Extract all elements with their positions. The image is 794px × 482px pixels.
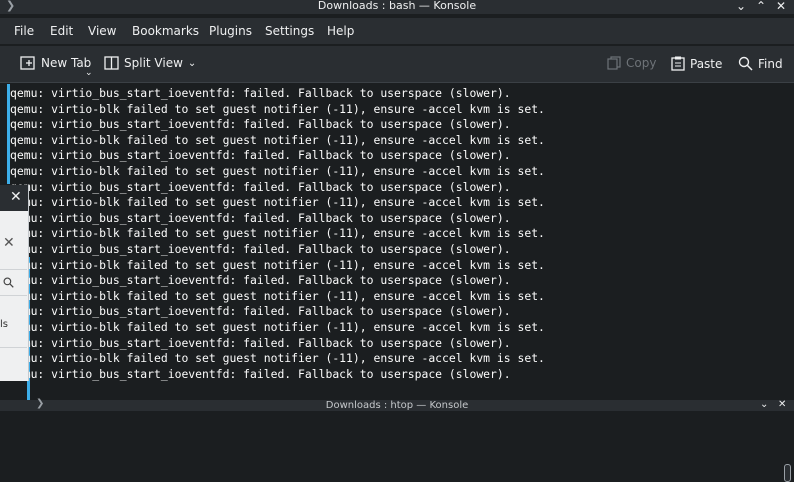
terminal-output[interactable]: qemu: virtio_bus_start_ioeventfd: failed…	[0, 84, 794, 482]
terminal-line: qemu: virtio_bus_start_ioeventfd: failed…	[10, 210, 511, 225]
menu-bar: File Edit View Bookmarks Plugins Setting…	[0, 18, 794, 44]
terminal-line: qemu: virtio_bus_start_ioeventfd: failed…	[10, 86, 511, 100]
terminal-line: qemu: virtio_bus_start_ioeventfd: failed…	[10, 335, 511, 350]
paste-button[interactable]: Paste	[671, 56, 722, 71]
minimize-icon[interactable]: ⌄	[760, 399, 768, 410]
menu-plugins[interactable]: Plugins	[209, 24, 252, 38]
terminal-line: qemu: virtio-blk failed to set guest not…	[10, 163, 545, 178]
new-tab-label: New Tab	[41, 56, 92, 70]
menu-file[interactable]: File	[14, 24, 34, 38]
close-icon[interactable]: ✕	[776, 0, 786, 13]
menu-bookmarks[interactable]: Bookmarks	[132, 24, 199, 38]
paste-label: Paste	[690, 56, 723, 71]
terminal-line: qemu: virtio-blk failed to set guest not…	[10, 288, 545, 303]
find-label: Find	[758, 56, 783, 71]
terminal-line: qemu: virtio_bus_start_ioeventfd: failed…	[10, 241, 511, 256]
dialog-close-icon[interactable]: ✕	[3, 235, 15, 251]
scrollbar-thumb[interactable]	[784, 464, 791, 482]
close-icon[interactable]: ✕	[778, 399, 786, 410]
terminal-line: qemu: virtio-blk failed to set guest not…	[10, 351, 545, 366]
new-tab-dropdown-icon[interactable]: ⌄	[85, 68, 93, 78]
minimize-icon[interactable]: ⌄	[736, 0, 746, 13]
window-title: Downloads : bash — Konsole	[317, 0, 477, 12]
new-tab-button[interactable]: New Tab	[20, 56, 91, 70]
menu-edit[interactable]: Edit	[50, 24, 73, 38]
background-window-fragment: ✕ ✕ ls	[0, 185, 29, 381]
paste-icon	[671, 56, 685, 71]
copy-label: Copy	[626, 56, 657, 70]
search-icon[interactable]	[3, 273, 14, 292]
background-window-titlebar: ❯ Downloads : htop — Konsole ⌄ ✕	[0, 398, 794, 411]
background-close-icon[interactable]: ✕	[10, 189, 22, 205]
title-bar: ❯ Downloads : bash — Konsole ⌄ ⌃ ✕	[0, 0, 794, 14]
split-view-button[interactable]: Split View ⌄	[104, 56, 196, 70]
split-view-label: Split View	[124, 56, 183, 70]
search-icon	[738, 56, 753, 71]
toolbar: New Tab ⌄ Split View ⌄ Copy Paste Find	[0, 46, 794, 83]
terminal-line: qemu: virtio-blk failed to set guest not…	[10, 101, 545, 116]
new-tab-icon	[20, 56, 35, 70]
partial-label: ls	[0, 319, 8, 330]
terminal-line: qemu: virtio-blk failed to set guest not…	[10, 132, 545, 147]
terminal-line: qemu: virtio-blk failed to set guest not…	[10, 257, 545, 272]
terminal-lines: qemu: virtio_bus_start_ioeventfd: failed…	[10, 86, 545, 382]
divider	[0, 347, 27, 348]
maximize-icon[interactable]: ⌃	[756, 0, 766, 13]
terminal-line: qemu: virtio-blk failed to set guest not…	[10, 226, 545, 241]
menu-help[interactable]: Help	[327, 24, 354, 38]
menu-view[interactable]: View	[88, 24, 116, 38]
terminal-line: qemu: virtio-blk failed to set guest not…	[10, 195, 545, 210]
terminal-line: qemu: virtio-blk failed to set guest not…	[10, 319, 545, 334]
split-view-icon	[104, 56, 119, 70]
background-window-header: ✕	[0, 185, 28, 211]
divider	[0, 295, 27, 296]
find-button[interactable]: Find	[738, 56, 783, 71]
terminal-line: qemu: virtio_bus_start_ioeventfd: failed…	[10, 148, 511, 163]
split-view-dropdown-icon[interactable]: ⌄	[188, 58, 196, 69]
terminal-line: qemu: virtio_bus_start_ioeventfd: failed…	[10, 366, 511, 381]
terminal-line: qemu: virtio_bus_start_ioeventfd: failed…	[10, 273, 511, 288]
menu-settings[interactable]: Settings	[265, 24, 314, 38]
copy-icon	[607, 56, 621, 70]
terminal-line: qemu: virtio_bus_start_ioeventfd: failed…	[10, 304, 511, 319]
terminal-line: qemu: virtio_bus_start_ioeventfd: failed…	[10, 179, 511, 194]
copy-button[interactable]: Copy	[607, 56, 656, 70]
divider	[0, 269, 27, 270]
terminal-line: qemu: virtio_bus_start_ioeventfd: failed…	[10, 117, 511, 132]
background-window-title: Downloads : htop — Konsole	[325, 400, 469, 411]
